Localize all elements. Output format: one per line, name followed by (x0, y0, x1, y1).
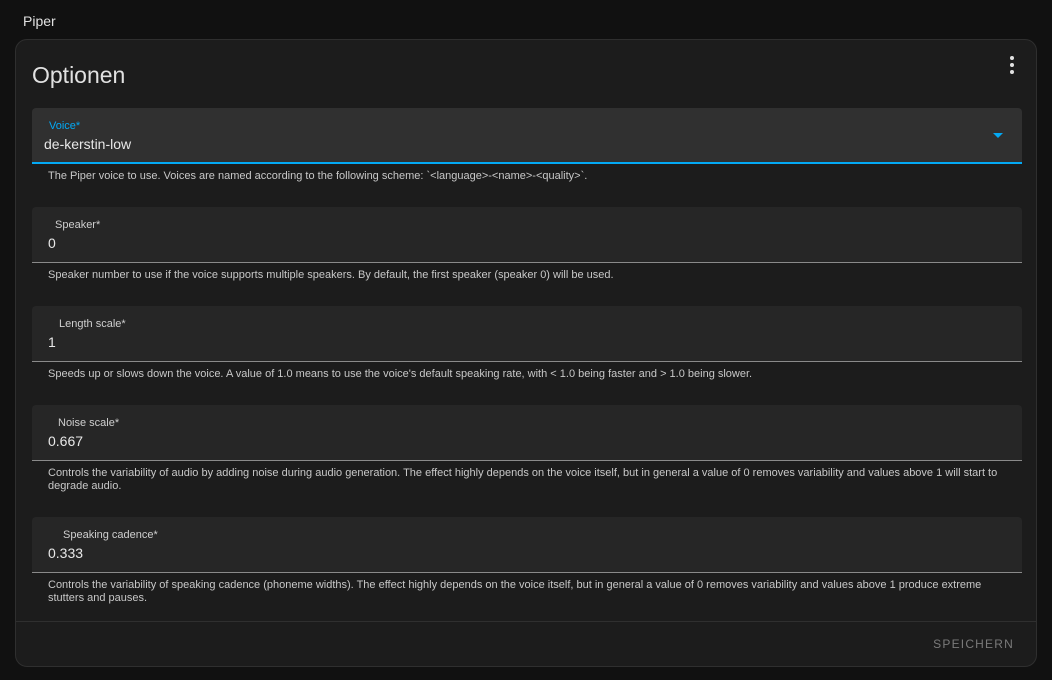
options-card: Optionen Voice* de-kerstin-low The Piper… (15, 39, 1037, 667)
noise-scale-value: 0.667 (48, 433, 84, 449)
card-title: Optionen (32, 62, 126, 88)
length-scale-helper-text: Speeds up or slows down the voice. A val… (48, 368, 753, 380)
speaker-value: 0 (48, 235, 56, 251)
overflow-menu-icon[interactable] (1002, 54, 1022, 76)
noise-scale-label: Noise scale* (58, 417, 120, 429)
length-scale-field[interactable]: Length scale* 1 (32, 306, 1022, 362)
voice-helper-text: The Piper voice to use. Voices are named… (48, 170, 588, 182)
save-button[interactable]: SPEICHERN (933, 637, 1014, 651)
noise-scale-field[interactable]: Noise scale* 0.667 (32, 405, 1022, 461)
speaking-cadence-field[interactable]: Speaking cadence* 0.333 (32, 517, 1022, 573)
speaking-cadence-helper-text: Controls the variability of speaking cad… (48, 579, 982, 604)
length-scale-value: 1 (48, 334, 56, 350)
length-scale-label: Length scale* (59, 318, 126, 330)
dropdown-arrow-icon[interactable] (993, 133, 1003, 138)
voice-label: Voice* (49, 120, 81, 132)
speaking-cadence-label: Speaking cadence* (63, 529, 158, 541)
speaker-field[interactable]: Speaker* 0 (32, 207, 1022, 263)
noise-scale-helper-text: Controls the variability of audio by add… (48, 467, 998, 492)
speaker-label: Speaker* (55, 219, 101, 231)
speaking-cadence-value: 0.333 (48, 545, 84, 561)
voice-value: de-kerstin-low (44, 136, 132, 152)
speaker-helper-text: Speaker number to use if the voice suppo… (48, 269, 614, 281)
voice-select[interactable]: Voice* de-kerstin-low (32, 108, 1022, 164)
card-actions-divider (16, 621, 1036, 622)
page-header-title: Piper (23, 13, 56, 29)
